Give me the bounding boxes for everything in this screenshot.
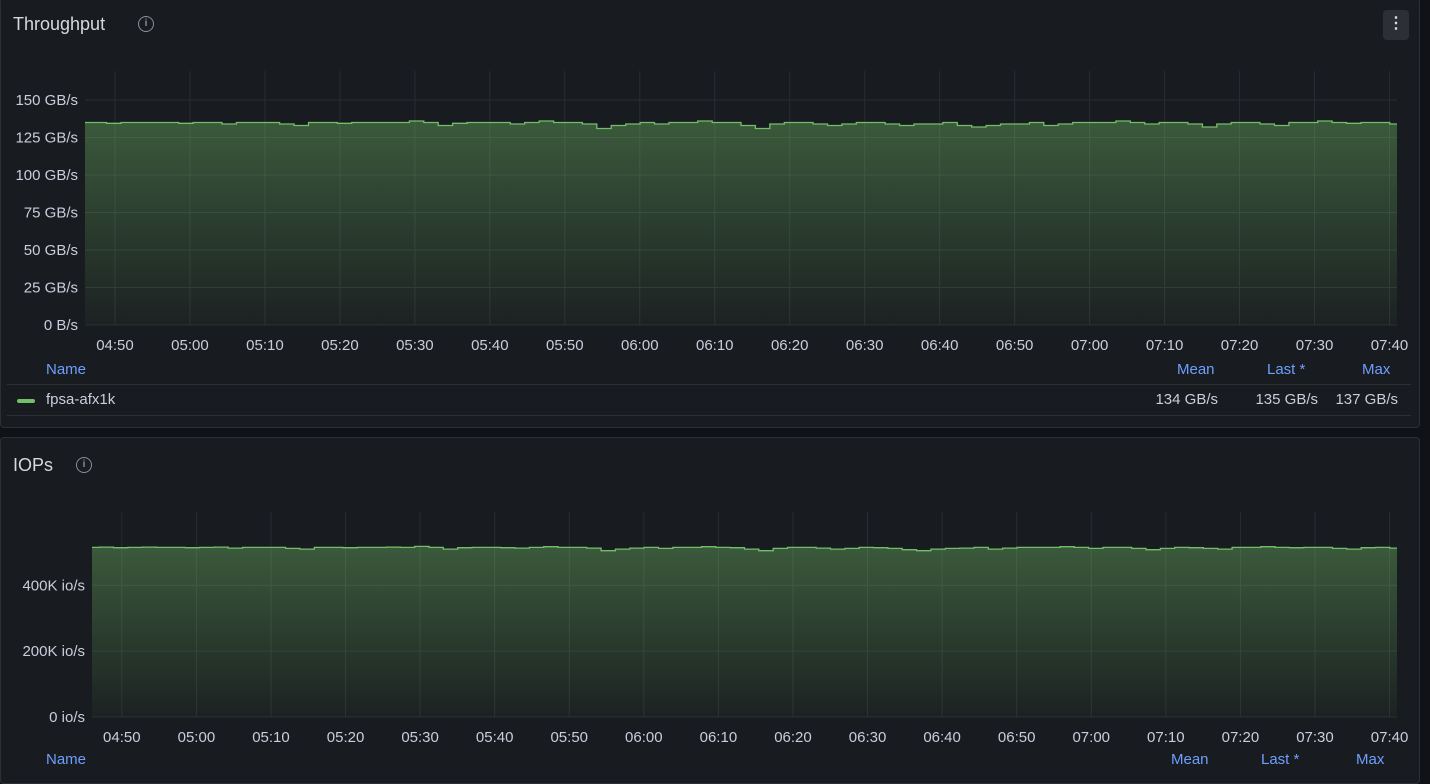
x-tick-label: 06:50 <box>996 337 1034 354</box>
x-tick-label: 07:10 <box>1147 729 1185 746</box>
x-tick-label: 07:10 <box>1146 337 1184 354</box>
x-tick-label: 06:00 <box>625 729 663 746</box>
y-tick-label: 150 GB/s <box>15 92 78 109</box>
throughput-panel: 0 B/s 25 GB/s 50 GB/s 75 GB/s 100 GB/s 125 GB… <box>0 0 1420 428</box>
x-tick-label: 05:20 <box>327 729 365 746</box>
x-tick-label: 06:30 <box>846 337 884 354</box>
x-tick-label: 06:40 <box>921 337 959 354</box>
x-tick-label: 05:50 <box>550 729 588 746</box>
x-tick-label: 07:30 <box>1296 337 1334 354</box>
info-icon[interactable]: i <box>76 457 92 473</box>
x-tick-label: 04:50 <box>96 337 134 354</box>
x-tick-label: 07:00 <box>1072 729 1110 746</box>
x-tick-label: 07:40 <box>1371 729 1409 746</box>
x-tick-label: 05:00 <box>171 337 209 354</box>
x-tick-label: 06:30 <box>849 729 887 746</box>
iops-panel: 0 io/s 200K io/s 400K io/s 04:50 05:00 05:10 0… <box>0 437 1420 784</box>
x-tick-label: 06:10 <box>700 729 738 746</box>
y-tick-label: 100 GB/s <box>15 167 78 184</box>
y-tick-label: 200K io/s <box>22 643 85 660</box>
x-tick-label: 06:20 <box>774 729 812 746</box>
throughput-chart: 0 B/s 25 GB/s 50 GB/s 75 GB/s 100 GB/s 125 GB… <box>15 71 1409 354</box>
panel-title: Throughput <box>13 14 106 34</box>
legend-mean-header[interactable]: Mean <box>1177 361 1215 378</box>
legend-row[interactable]: fpsa-afx1k 134 GB/s 135 GB/s 137 GB/s <box>7 384 1411 416</box>
info-icon[interactable]: i <box>138 16 154 32</box>
x-tick-label: 07:30 <box>1296 729 1334 746</box>
y-tick-label: 0 B/s <box>44 317 78 334</box>
series-mean: 134 GB/s <box>1155 391 1218 408</box>
y-tick-label: 50 GB/s <box>24 242 78 259</box>
panel-title: IOPs <box>13 455 54 475</box>
series-name: fpsa-afx1k <box>46 391 116 408</box>
y-tick-label: 25 GB/s <box>24 280 78 297</box>
x-tick-label: 06:50 <box>998 729 1036 746</box>
x-tick-label: 05:20 <box>321 337 359 354</box>
x-tick-label: 05:40 <box>476 729 514 746</box>
series-last: 135 GB/s <box>1255 391 1318 408</box>
x-tick-label: 06:40 <box>923 729 961 746</box>
series-area <box>92 546 1397 717</box>
legend-name-header[interactable]: Name <box>46 751 86 768</box>
x-tick-label: 07:20 <box>1222 729 1260 746</box>
series-area <box>85 121 1397 325</box>
y-tick-label: 125 GB/s <box>15 130 78 147</box>
x-tick-label: 06:00 <box>621 337 659 354</box>
y-tick-label: 400K io/s <box>22 577 85 594</box>
x-tick-label: 07:40 <box>1371 337 1409 354</box>
legend-name-header[interactable]: Name <box>46 361 86 378</box>
legend-mean-header[interactable]: Mean <box>1171 751 1209 768</box>
x-tick-label: 06:10 <box>696 337 734 354</box>
series-color-swatch <box>17 399 35 403</box>
series-max: 137 GB/s <box>1335 391 1398 408</box>
x-tick-label: 05:10 <box>252 729 290 746</box>
x-tick-label: 05:40 <box>471 337 509 354</box>
legend-max-header[interactable]: Max <box>1362 361 1390 378</box>
y-tick-label: 75 GB/s <box>24 205 78 222</box>
kebab-menu-icon[interactable]: ⋮ <box>1383 10 1409 40</box>
legend-last-header[interactable]: Last * <box>1261 751 1299 768</box>
x-tick-label: 06:20 <box>771 337 809 354</box>
x-tick-label: 05:30 <box>396 337 434 354</box>
legend-max-header[interactable]: Max <box>1356 751 1384 768</box>
legend-last-header[interactable]: Last * <box>1267 361 1305 378</box>
x-tick-label: 05:10 <box>246 337 284 354</box>
x-tick-label: 05:50 <box>546 337 584 354</box>
iops-chart: 0 io/s 200K io/s 400K io/s 04:50 05:00 05:10 0… <box>22 512 1409 746</box>
x-tick-label: 04:50 <box>103 729 141 746</box>
y-tick-label: 0 io/s <box>49 709 85 726</box>
x-tick-label: 05:30 <box>401 729 439 746</box>
x-tick-label: 07:20 <box>1221 337 1259 354</box>
x-tick-label: 07:00 <box>1071 337 1109 354</box>
x-tick-label: 05:00 <box>178 729 216 746</box>
